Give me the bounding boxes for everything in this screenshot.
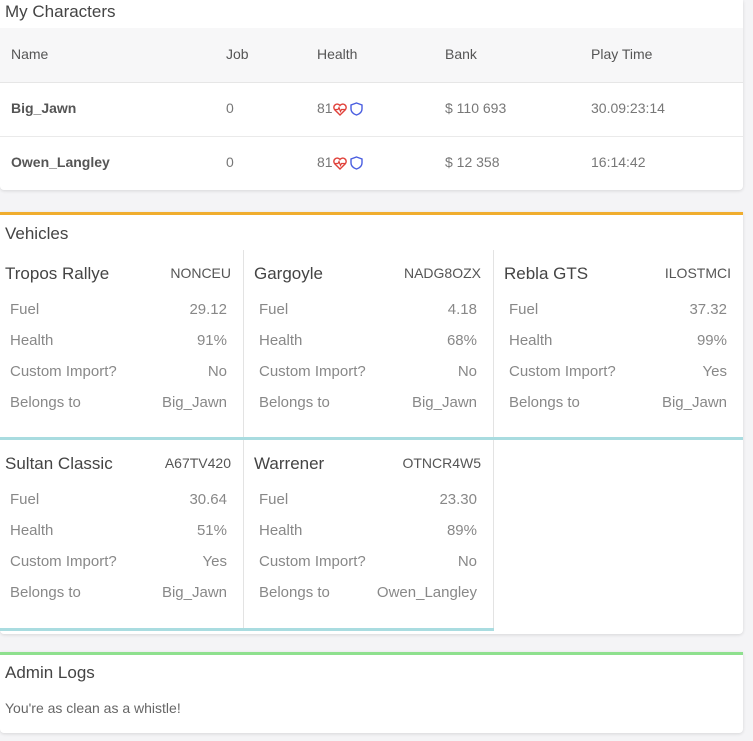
header-health: Health: [317, 46, 358, 62]
characters-table-header: Name Job Health Bank Play Time: [0, 28, 743, 83]
character-job: 0: [226, 100, 234, 116]
health-value: 99%: [696, 332, 727, 349]
custom-import-value: No: [457, 363, 477, 380]
fuel-value: 4.18: [447, 301, 477, 318]
custom-import-label: Custom Import?: [259, 553, 366, 570]
health-value: 51%: [196, 522, 227, 539]
vehicles-title: Vehicles: [5, 224, 69, 243]
health-value: 81: [317, 154, 333, 170]
health-label: Health: [509, 332, 553, 349]
character-health: 81: [317, 154, 363, 171]
vehicle-name: Rebla GTS: [504, 264, 589, 283]
vehicle-card[interactable]: Rebla GTS ILOSTMCI Fuel 37.32 Health 99% C…: [494, 250, 743, 438]
belongs-to-label: Belongs to: [259, 394, 330, 411]
custom-import-label: Custom Import?: [259, 363, 366, 380]
belongs-to-value: Big_Jawn: [161, 584, 227, 601]
character-play-time: 16:14:42: [591, 154, 646, 170]
admin-logs-message: You're as clean as a whistle!: [5, 700, 181, 716]
vehicle-name: Warrener: [254, 454, 325, 473]
health-label: Health: [259, 522, 303, 539]
health-value: 68%: [446, 332, 477, 349]
vehicles-card: Vehicles Tropos Rallye NONCEU Fuel 29.12 …: [0, 212, 743, 634]
table-row[interactable]: Big_Jawn 0 81 $ 110 693 30.09:23:14: [0, 82, 743, 137]
custom-import-value: No: [207, 363, 227, 380]
character-name[interactable]: Owen_Langley: [11, 154, 110, 170]
fuel-value: 29.12: [189, 301, 227, 318]
health-value: 89%: [446, 522, 477, 539]
header-play-time: Play Time: [591, 46, 653, 62]
belongs-to-value: Big_Jawn: [411, 394, 477, 411]
fuel-value: 23.30: [439, 491, 477, 508]
vehicle-plate: ILOSTMCI: [664, 265, 731, 281]
character-health: 81: [317, 100, 363, 117]
belongs-to-value: Big_Jawn: [161, 394, 227, 411]
header-bank: Bank: [445, 46, 477, 62]
fuel-label: Fuel: [10, 301, 40, 318]
vehicle-plate: NADG8OZX: [403, 265, 481, 281]
vehicle-name: Gargoyle: [254, 264, 323, 283]
fuel-value: 37.32: [689, 301, 727, 318]
vehicle-name: Tropos Rallye: [5, 264, 110, 283]
characters-title: My Characters: [5, 2, 116, 21]
admin-logs-card: Admin Logs You're as clean as a whistle!: [0, 652, 743, 733]
characters-card: My Characters Name Job Health Bank Play …: [0, 0, 743, 190]
heartbeat-icon: [332, 157, 347, 170]
health-label: Health: [10, 522, 54, 539]
health-value: 91%: [196, 332, 227, 349]
belongs-to-value: Owen_Langley: [376, 584, 477, 601]
belongs-to-label: Belongs to: [259, 584, 330, 601]
fuel-value: 30.64: [189, 491, 227, 508]
character-job: 0: [226, 154, 234, 170]
character-bank: $ 12 358: [445, 154, 500, 170]
belongs-to-label: Belongs to: [509, 394, 580, 411]
vehicle-plate: OTNCR4W5: [402, 455, 481, 471]
table-row[interactable]: Owen_Langley 0 81 $ 12 358 16:14:42: [0, 136, 743, 190]
health-label: Health: [10, 332, 54, 349]
belongs-to-label: Belongs to: [10, 584, 81, 601]
vehicle-card[interactable]: Warrener OTNCR4W5 Fuel 23.30 Health 89% Cu…: [244, 440, 494, 628]
vehicle-row-divider: [0, 628, 494, 631]
vehicle-card[interactable]: Gargoyle NADG8OZX Fuel 4.18 Health 68% Cus…: [244, 250, 494, 438]
health-label: Health: [259, 332, 303, 349]
vehicle-card[interactable]: Sultan Classic A67TV420 Fuel 30.64 Health…: [0, 440, 244, 628]
fuel-label: Fuel: [509, 301, 539, 318]
vehicle-plate: NONCEU: [170, 265, 231, 281]
belongs-to-value: Big_Jawn: [661, 394, 727, 411]
health-value: 81: [317, 100, 333, 116]
shield-icon: [349, 156, 363, 171]
character-name[interactable]: Big_Jawn: [11, 100, 76, 116]
vehicle-plate: A67TV420: [164, 455, 231, 471]
vehicle-name: Sultan Classic: [5, 454, 113, 473]
fuel-label: Fuel: [259, 491, 289, 508]
custom-import-value: Yes: [202, 553, 227, 570]
header-name: Name: [11, 46, 49, 62]
custom-import-label: Custom Import?: [509, 363, 616, 380]
admin-logs-title: Admin Logs: [5, 663, 95, 682]
heartbeat-icon: [332, 103, 347, 116]
vehicle-card[interactable]: Tropos Rallye NONCEU Fuel 29.12 Health 91%…: [0, 250, 244, 438]
fuel-label: Fuel: [10, 491, 40, 508]
custom-import-label: Custom Import?: [10, 363, 117, 380]
custom-import-value: Yes: [702, 363, 727, 380]
shield-icon: [349, 102, 363, 117]
header-job: Job: [226, 46, 249, 62]
custom-import-label: Custom Import?: [10, 553, 117, 570]
character-play-time: 30.09:23:14: [591, 100, 665, 116]
belongs-to-label: Belongs to: [10, 394, 81, 411]
fuel-label: Fuel: [259, 301, 289, 318]
character-bank: $ 110 693: [445, 100, 507, 116]
custom-import-value: No: [457, 553, 477, 570]
